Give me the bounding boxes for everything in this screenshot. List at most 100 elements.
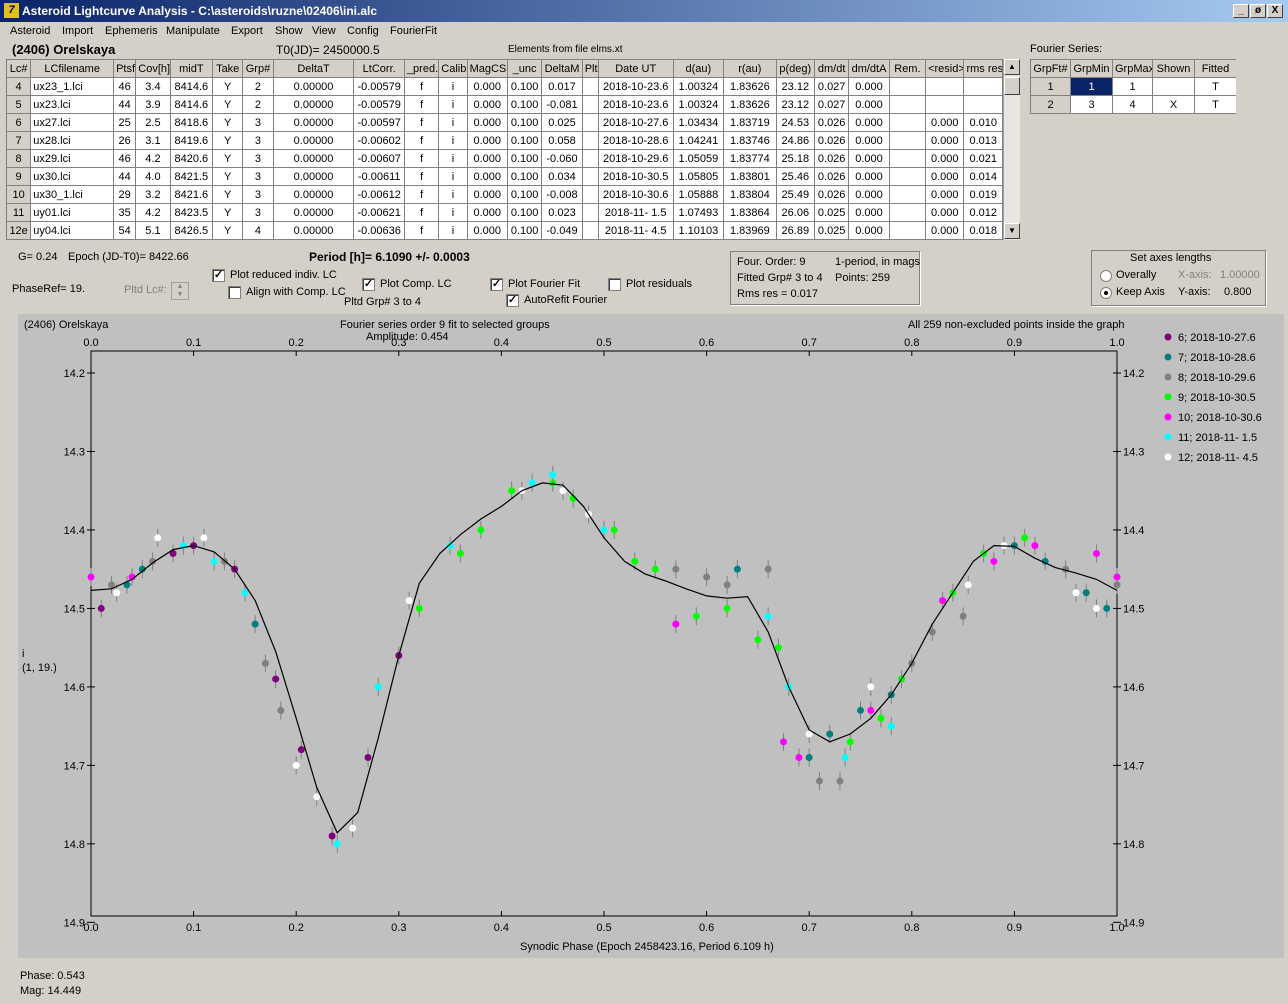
table-cell[interactable]: 0.000 <box>925 167 965 186</box>
table-cell[interactable]: 25 <box>113 113 137 132</box>
table-cell[interactable]: 0.000 <box>466 131 508 150</box>
keep-axis-radio[interactable] <box>1100 287 1112 299</box>
table-cell[interactable]: 0.026 <box>813 131 850 150</box>
scroll-up-icon[interactable]: ▲ <box>1004 59 1020 75</box>
x-axis-value[interactable]: 1.00000 <box>1220 269 1260 281</box>
table-cell[interactable]: f <box>403 185 440 204</box>
table-cell[interactable]: 2 <box>242 95 274 114</box>
table-cell[interactable]: 26.06 <box>775 203 815 222</box>
table-cell[interactable]: 1.10103 <box>672 221 725 240</box>
menu-asteroid[interactable]: Asteroid <box>10 25 50 37</box>
table-cell[interactable]: -0.00621 <box>353 203 405 222</box>
table-cell[interactable]: 0.026 <box>813 149 850 168</box>
table-cell[interactable]: 0.100 <box>506 131 543 150</box>
table-cell[interactable]: 0.00000 <box>272 95 355 114</box>
table-cell[interactable]: 0.023 <box>541 203 583 222</box>
menu-ephemeris[interactable]: Ephemeris <box>105 25 158 37</box>
table-cell[interactable]: 7 <box>6 131 32 150</box>
menu-import[interactable]: Import <box>62 25 93 37</box>
table-cell[interactable]: i <box>438 131 468 150</box>
table-cell[interactable] <box>581 203 599 222</box>
table-cell[interactable]: 0.000 <box>466 167 508 186</box>
table-cell[interactable]: f <box>403 221 440 240</box>
table-cell[interactable]: 0.00000 <box>272 185 355 204</box>
table-cell[interactable]: 23.12 <box>775 77 815 96</box>
table-cell[interactable]: 0.100 <box>506 77 543 96</box>
table-cell[interactable]: -0.049 <box>541 221 583 240</box>
table-cell[interactable]: 29 <box>113 185 137 204</box>
table-cell[interactable]: 0.000 <box>925 185 965 204</box>
table-cell[interactable]: uy01.lci <box>30 203 115 222</box>
table-cell[interactable]: 0.021 <box>963 149 1003 168</box>
table-cell[interactable]: -0.060 <box>541 149 583 168</box>
table-cell[interactable]: 0.014 <box>963 167 1003 186</box>
fourier-cell[interactable] <box>1152 77 1195 96</box>
table-cell[interactable]: 6 <box>6 113 32 132</box>
table-cell[interactable]: ux23.lci <box>30 95 115 114</box>
table-cell[interactable] <box>888 185 927 204</box>
table-cell[interactable]: 1.00324 <box>672 77 725 96</box>
column-header[interactable]: d(au) <box>672 59 725 78</box>
table-cell[interactable]: 2018-11- 4.5 <box>597 221 674 240</box>
fourier-column-header[interactable]: GrpFt# <box>1030 59 1071 78</box>
table-cell[interactable]: 0.027 <box>813 77 850 96</box>
fourier-cell[interactable]: 2 <box>1030 95 1071 114</box>
table-cell[interactable]: i <box>438 221 468 240</box>
table-cell[interactable]: i <box>438 185 468 204</box>
table-cell[interactable]: ux29.lci <box>30 149 115 168</box>
y-axis-value[interactable]: 0.800 <box>1224 286 1252 298</box>
table-cell[interactable]: 0.000 <box>466 185 508 204</box>
table-cell[interactable]: Y <box>212 95 244 114</box>
table-cell[interactable]: uy04.lci <box>30 221 115 240</box>
table-cell[interactable]: i <box>438 95 468 114</box>
column-header[interactable]: Ptsf <box>113 59 137 78</box>
table-cell[interactable]: 25.49 <box>775 185 815 204</box>
table-cell[interactable]: -0.081 <box>541 95 583 114</box>
table-cell[interactable]: 26 <box>113 131 137 150</box>
table-cell[interactable]: 5 <box>6 95 32 114</box>
table-cell[interactable]: 0.018 <box>963 221 1003 240</box>
table-cell[interactable]: 0.017 <box>541 77 583 96</box>
fourier-column-header[interactable]: GrpMax <box>1112 59 1153 78</box>
fourier-cell[interactable]: 1 <box>1112 77 1153 96</box>
table-cell[interactable] <box>888 77 927 96</box>
table-cell[interactable]: 0.010 <box>963 113 1003 132</box>
table-cell[interactable]: f <box>403 167 440 186</box>
table-cell[interactable]: 12e <box>6 221 32 240</box>
table-cell[interactable]: -0.00597 <box>353 113 405 132</box>
table-cell[interactable]: ux30.lci <box>30 167 115 186</box>
table-row[interactable]: 9 ux30.lci 44 4.0 8421.5 Y 3 0.00000 -0.00611 f i 0… <box>6 167 1003 186</box>
table-cell[interactable]: 2018-10-30.6 <box>597 185 674 204</box>
column-header[interactable]: p(deg) <box>775 59 815 78</box>
table-cell[interactable]: 5.1 <box>135 221 171 240</box>
table-cell[interactable]: 3.1 <box>135 131 171 150</box>
table-cell[interactable]: 0.000 <box>848 167 890 186</box>
table-cell[interactable]: -0.00612 <box>353 185 405 204</box>
column-header[interactable]: Take <box>212 59 244 78</box>
table-cell[interactable]: 10 <box>6 185 32 204</box>
table-cell[interactable] <box>581 149 599 168</box>
table-cell[interactable] <box>925 95 965 114</box>
column-header[interactable]: rms res <box>963 59 1003 78</box>
fourier-column-header[interactable]: Fitted <box>1194 59 1236 78</box>
table-cell[interactable]: ux23_1.lci <box>30 77 115 96</box>
table-cell[interactable]: 46 <box>113 149 137 168</box>
table-cell[interactable]: 1.83801 <box>723 167 777 186</box>
column-header[interactable]: <resid> <box>925 59 965 78</box>
table-cell[interactable]: 0.000 <box>466 149 508 168</box>
table-cell[interactable] <box>925 77 965 96</box>
column-header[interactable]: LtCorr. <box>353 59 405 78</box>
table-cell[interactable]: 3.2 <box>135 185 171 204</box>
table-cell[interactable]: ux27.lci <box>30 113 115 132</box>
table-cell[interactable]: 4 <box>242 221 274 240</box>
table-cell[interactable]: 3 <box>242 185 274 204</box>
chart-svg[interactable]: 0.0 0.0 0.1 0.1 0.2 0.2 0.3 0.3 0.4 0.4 0.5 0.5 0.6 0… <box>18 314 1284 958</box>
table-cell[interactable]: 0.019 <box>963 185 1003 204</box>
table-cell[interactable]: 2018-11- 1.5 <box>597 203 674 222</box>
table-cell[interactable] <box>888 95 927 114</box>
table-cell[interactable]: 4 <box>6 77 32 96</box>
table-cell[interactable] <box>963 77 1003 96</box>
column-header[interactable]: Grp# <box>242 59 274 78</box>
table-cell[interactable]: 0.000 <box>848 149 890 168</box>
table-cell[interactable]: 0.100 <box>506 149 543 168</box>
